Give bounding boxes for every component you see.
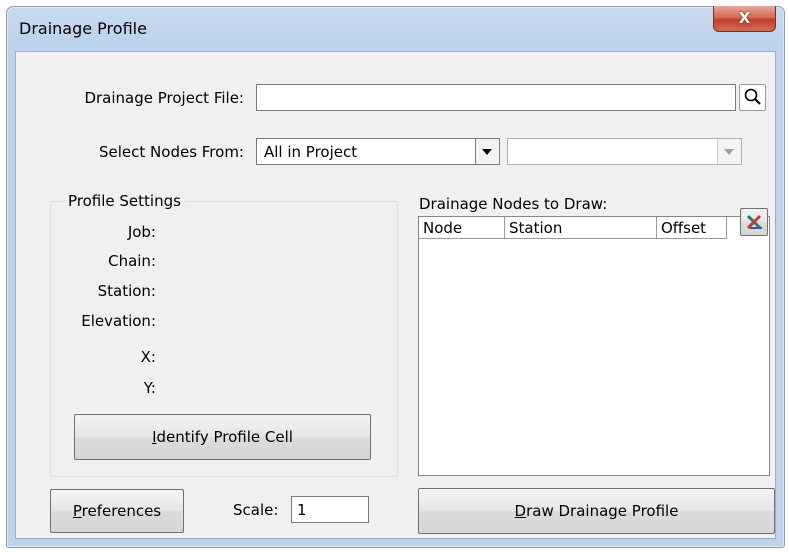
nodes-list-label: Drainage Nodes to Draw:	[419, 195, 608, 213]
secondary-dropdown-button	[717, 139, 741, 164]
identify-profile-cell-button[interactable]: Identify Profile Cell	[74, 414, 371, 460]
draw-button-label: raw Drainage Profile	[526, 502, 679, 520]
station-label: Station:	[97, 282, 156, 300]
clear-nodes-button[interactable]	[740, 208, 768, 236]
elevation-label: Elevation:	[81, 312, 156, 330]
search-icon	[744, 88, 761, 105]
browse-file-button[interactable]	[739, 84, 766, 111]
job-label: Job:	[127, 223, 156, 241]
clear-list-icon	[746, 214, 762, 230]
close-button[interactable]: X	[713, 6, 776, 32]
secondary-nodes-dropdown	[507, 138, 742, 165]
chevron-down-icon	[724, 149, 734, 155]
preferences-mnemonic: P	[72, 502, 82, 520]
scale-label: Scale:	[233, 501, 279, 519]
profile-settings-title: Profile Settings	[64, 192, 185, 210]
nodes-list[interactable]: Node Station Offset	[418, 216, 770, 476]
scale-value: 1	[297, 501, 307, 519]
draw-mnemonic: D	[514, 502, 527, 520]
preferences-button-label: references	[81, 502, 162, 520]
select-nodes-value: All in Project	[264, 143, 358, 161]
chain-label: Chain:	[108, 252, 156, 270]
scale-input[interactable]: 1	[291, 496, 369, 523]
column-header-offset[interactable]: Offset	[657, 217, 727, 239]
identify-button-label: dentify Profile Cell	[156, 428, 293, 446]
window-title: Drainage Profile	[19, 19, 147, 38]
dialog-client-area: Drainage Project File: Select Nodes From…	[15, 51, 776, 539]
project-file-label: Drainage Project File:	[84, 89, 244, 107]
select-nodes-label: Select Nodes From:	[99, 143, 244, 161]
x-label: X:	[140, 348, 156, 366]
chevron-down-icon	[482, 149, 492, 155]
dialog-window: Drainage Profile X Drainage Project File…	[6, 6, 785, 548]
select-nodes-dropdown[interactable]: All in Project	[256, 138, 500, 165]
draw-drainage-profile-button[interactable]: Draw Drainage Profile	[418, 488, 775, 534]
column-header-station[interactable]: Station	[505, 217, 657, 239]
project-file-input[interactable]	[256, 84, 736, 111]
dropdown-button[interactable]	[475, 139, 499, 164]
column-header-node[interactable]: Node	[419, 217, 505, 239]
y-label: Y:	[143, 379, 156, 397]
preferences-button[interactable]: Preferences	[50, 489, 184, 533]
